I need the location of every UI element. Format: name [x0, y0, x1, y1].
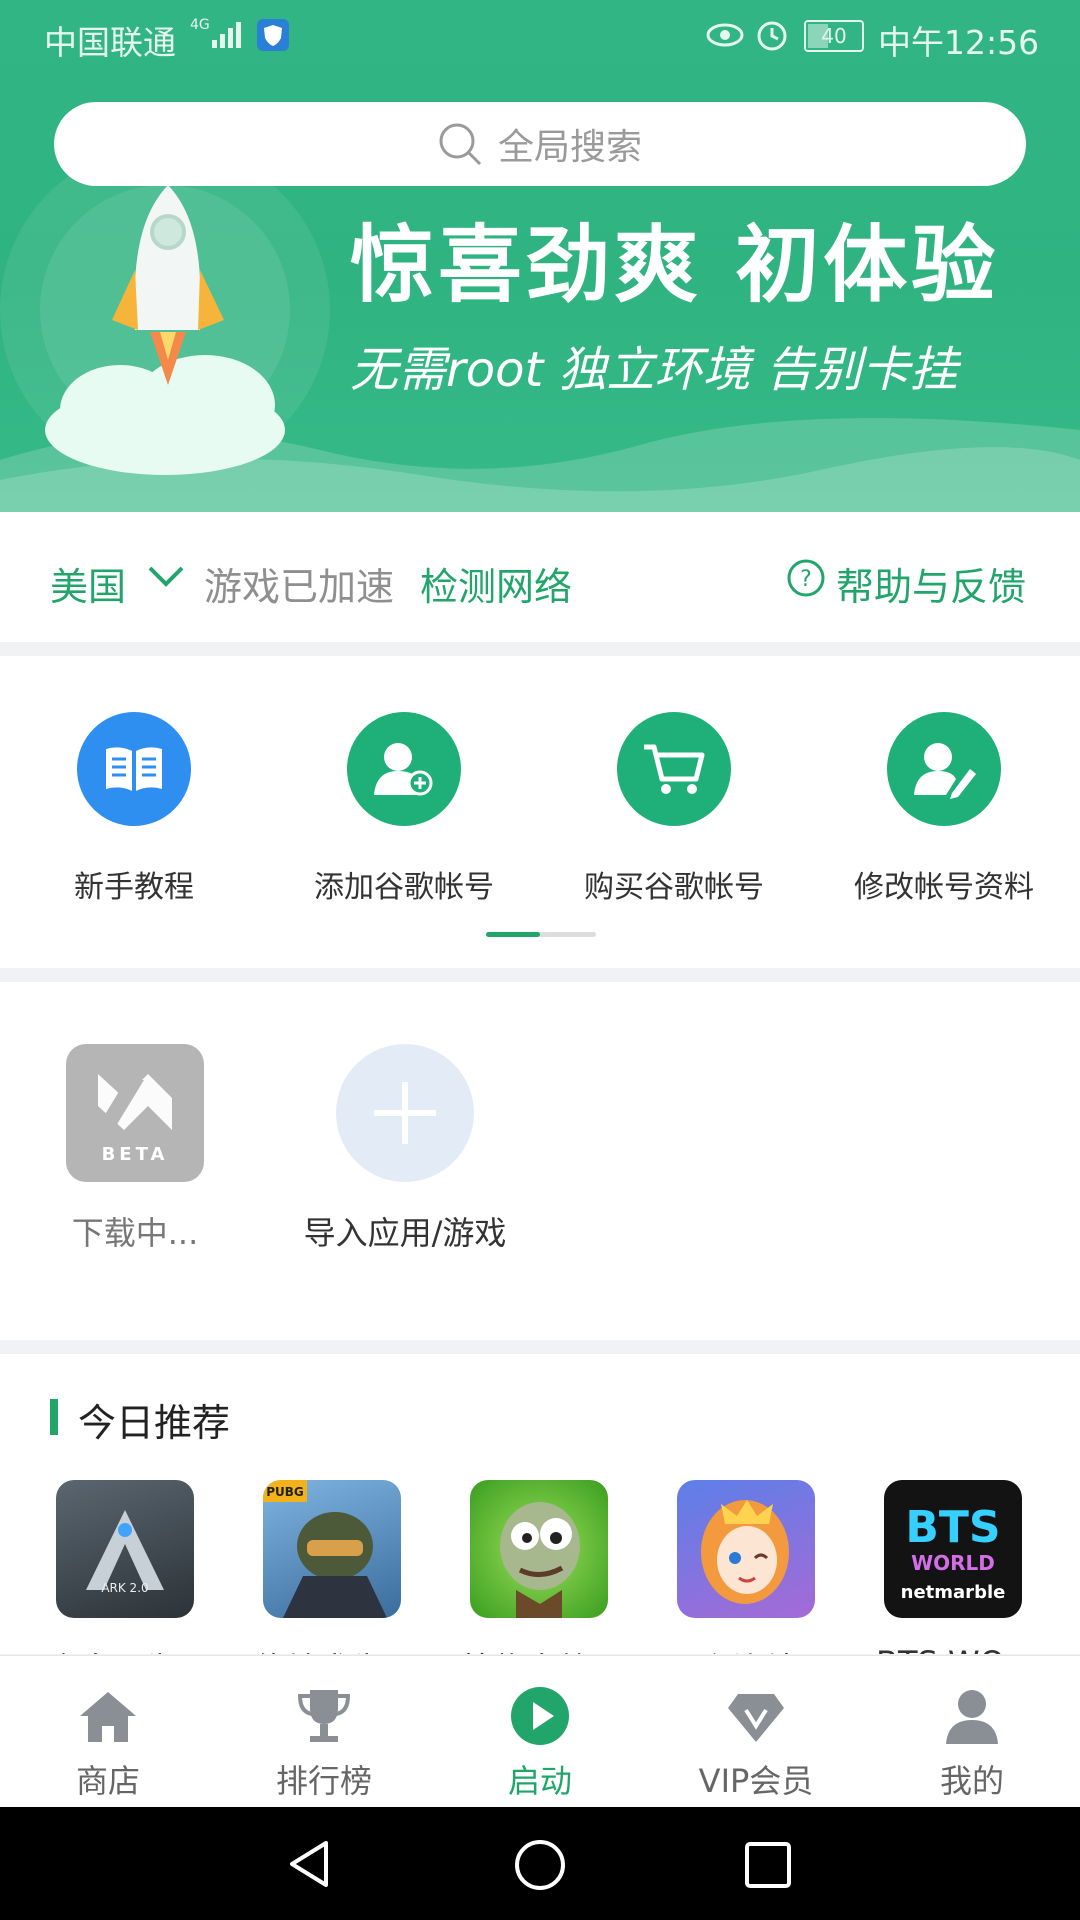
nav-item-launch[interactable]: 启动: [432, 1656, 648, 1808]
section-marker: [50, 1399, 58, 1435]
svg-text:netmarble: netmarble: [901, 1582, 1006, 1603]
quick-action-label: 新手教程: [74, 870, 194, 905]
alarm-icon: [754, 16, 790, 56]
game-icon-bts-world[interactable]: BTS WORLD netmarble: [884, 1480, 1022, 1618]
header-banner: 中国联通 4G 40 中午12:56 全局搜索 惊喜劲爽 初体验 无需root …: [0, 0, 1080, 512]
ark-icon-text: ARK 2.0: [101, 1581, 148, 1595]
quick-action-add-google-account[interactable]: 添加谷歌帐号: [294, 712, 514, 906]
add-user-icon: [347, 712, 461, 826]
beta-app-icon[interactable]: BETA: [66, 1044, 204, 1182]
beta-badge: BETA: [102, 1144, 169, 1165]
signal-icon: [212, 20, 248, 54]
game-name[interactable]: 公主连结...: [663, 1644, 833, 1654]
network-type: 4G: [190, 17, 210, 33]
game-icon-ark[interactable]: ARK 2.0: [56, 1480, 194, 1618]
accel-status: 游戏已加速: [204, 565, 395, 609]
svg-text:WORLD: WORLD: [911, 1551, 995, 1575]
nav-label: 启动: [507, 1762, 572, 1800]
app-label: 下载中...: [71, 1214, 199, 1252]
back-icon[interactable]: [284, 1839, 334, 1889]
cart-icon: [617, 712, 731, 826]
banner-title: 惊喜劲爽 初体验: [350, 216, 1000, 314]
trophy-icon: [297, 1690, 351, 1742]
installed-apps: BETA 下载中... 导入应用/游戏: [0, 982, 1080, 1340]
diamond-icon: [728, 1694, 784, 1742]
game-name[interactable]: BTS WO...: [870, 1644, 1040, 1654]
detect-network-link[interactable]: 检测网络: [420, 556, 572, 611]
carrier-name: 中国联通: [44, 23, 176, 62]
game-name[interactable]: 植物大战...: [456, 1644, 626, 1654]
edit-user-icon: [887, 712, 1001, 826]
import-app-label[interactable]: 导入应用/游戏: [270, 1208, 540, 1254]
quick-action-edit-profile[interactable]: 修改帐号资料: [834, 712, 1054, 906]
home-circle-icon[interactable]: [514, 1839, 566, 1891]
nav-label: 我的: [939, 1762, 1004, 1800]
quick-action-buy-google-account[interactable]: 购买谷歌帐号: [564, 712, 784, 906]
pubg-icon-text: PUBG: [266, 1485, 304, 1499]
today-recommend: 今日推荐 ARK 2.0 PUBG BTSWORLD netmarble 方舟：生…: [0, 1354, 1080, 1654]
game-icon-princess-connect[interactable]: [677, 1480, 815, 1618]
nav-item-ranking[interactable]: 排行榜: [216, 1656, 432, 1808]
section-title: 今日推荐: [78, 1401, 231, 1445]
search-icon: [439, 123, 482, 166]
svg-text:?: ?: [800, 567, 812, 592]
system-nav-bar: [0, 1807, 1080, 1920]
bottom-nav: 商店 排行榜 启动 VIP会员 我的: [0, 1655, 1080, 1808]
quick-action-label: 购买谷歌帐号: [584, 870, 764, 905]
recents-icon[interactable]: [744, 1841, 792, 1889]
quick-action-tutorial[interactable]: 新手教程: [24, 712, 244, 906]
game-name[interactable]: 绝地求生...: [249, 1644, 419, 1654]
quick-actions: 新手教程 添加谷歌帐号 购买谷歌帐号 修改帐号资料: [0, 656, 1080, 968]
region-bar: 美国 游戏已加速 检测网络 ? 帮助与反馈: [0, 512, 1080, 642]
game-icon-pvz[interactable]: [470, 1480, 608, 1618]
eye-icon: [705, 20, 745, 54]
play-icon: [511, 1687, 569, 1745]
shield-icon: [256, 18, 290, 56]
nav-item-vip[interactable]: VIP会员: [648, 1656, 864, 1808]
help-icon[interactable]: ?: [786, 558, 826, 602]
quick-action-label: 修改帐号资料: [854, 870, 1034, 905]
profile-icon: [946, 1690, 998, 1744]
battery-icon: 40: [804, 20, 864, 52]
nav-label: 商店: [75, 1762, 140, 1800]
nav-label: VIP会员: [698, 1762, 814, 1800]
book-icon: [77, 712, 191, 826]
game-name[interactable]: 方舟：生...: [42, 1644, 212, 1654]
battery-level: 40: [821, 24, 847, 48]
region-selector[interactable]: 美国: [50, 556, 126, 611]
svg-text:BTS: BTS: [905, 1502, 1000, 1553]
pager-indicator: [486, 932, 540, 937]
banner-subtitle: 无需root 独立环境 告别卡挂: [350, 342, 958, 398]
chevron-down-icon[interactable]: [146, 562, 186, 594]
quick-action-label: 添加谷歌帐号: [314, 870, 494, 905]
nav-item-mine[interactable]: 我的: [864, 1656, 1080, 1808]
help-feedback-link[interactable]: 帮助与反馈: [836, 556, 1026, 611]
clock: 中午12:56: [878, 23, 1040, 62]
search-placeholder: 全局搜索: [497, 127, 642, 168]
plus-icon[interactable]: [336, 1044, 474, 1182]
search-input[interactable]: 全局搜索: [54, 102, 1026, 186]
nav-label: 排行榜: [275, 1762, 372, 1800]
nav-item-store[interactable]: 商店: [0, 1656, 216, 1808]
home-icon: [80, 1692, 136, 1742]
game-icon-pubg[interactable]: PUBG: [263, 1480, 401, 1618]
